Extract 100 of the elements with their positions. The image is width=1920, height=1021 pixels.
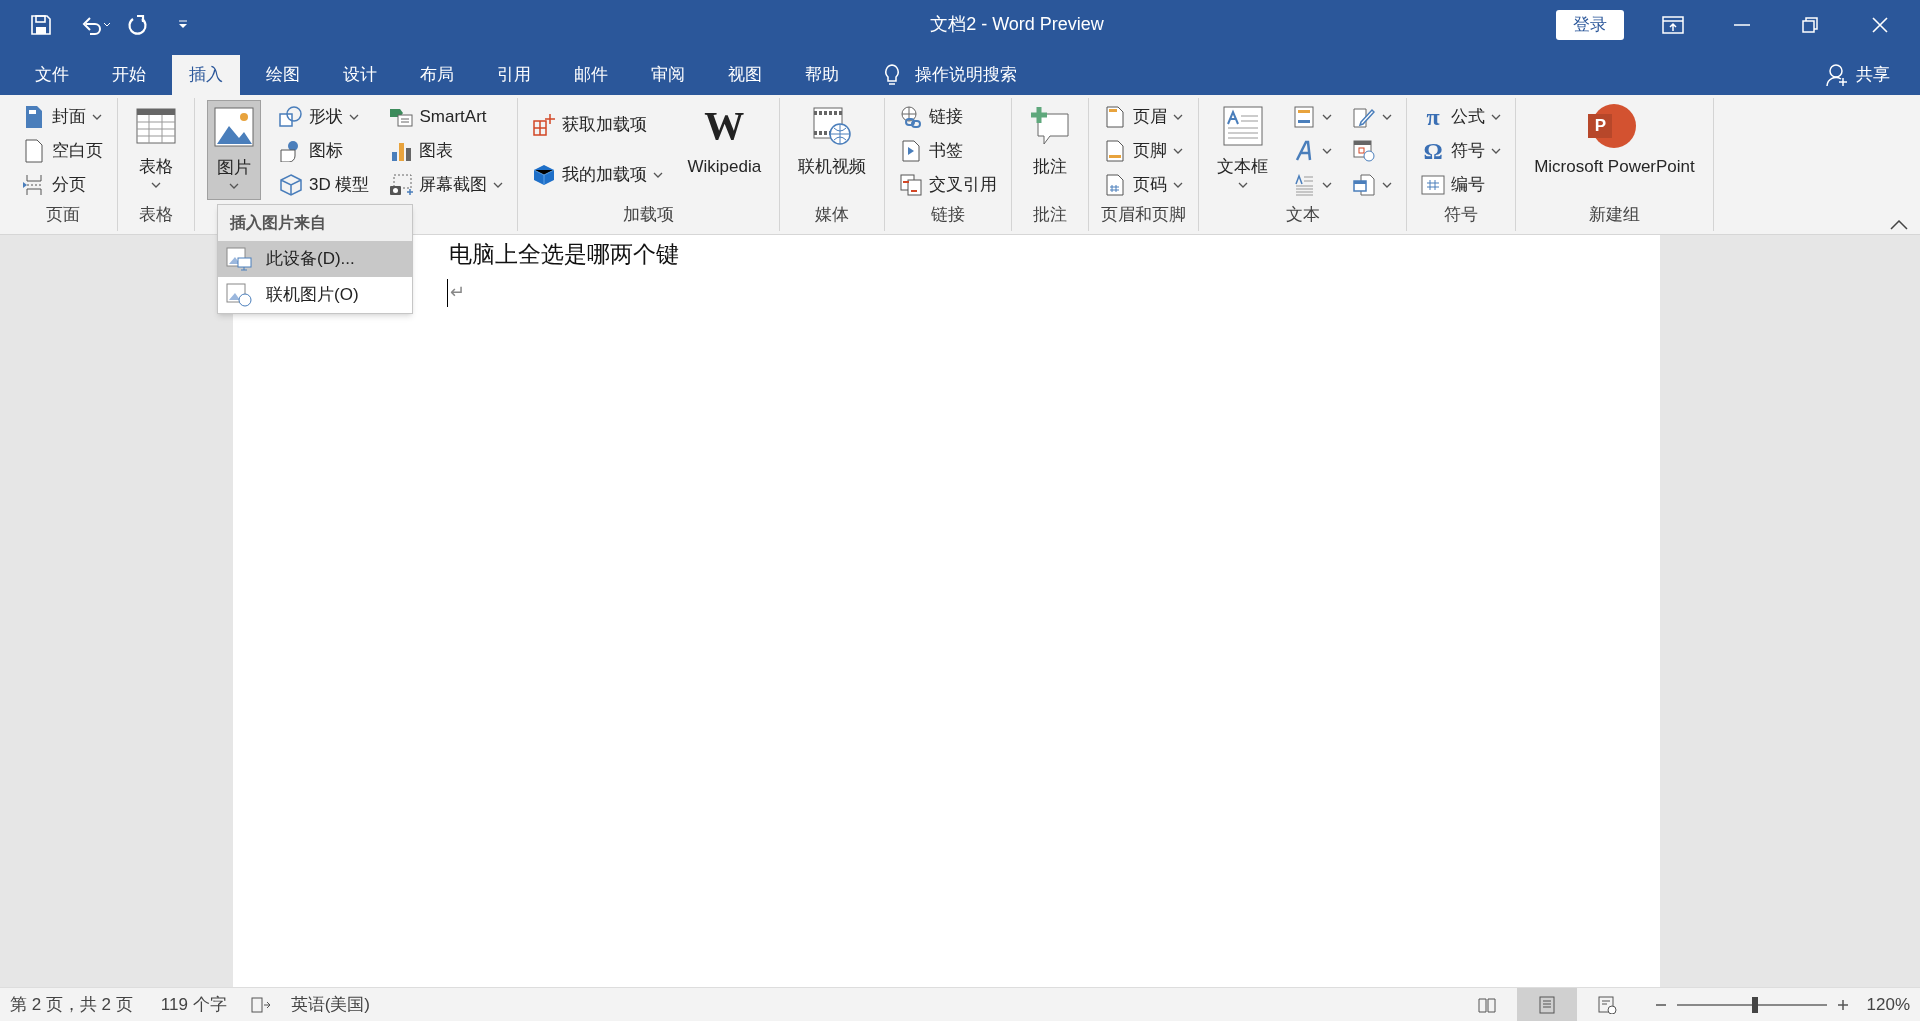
smartart-icon (389, 107, 414, 127)
ribbon-button[interactable]: 图表 (387, 134, 506, 168)
ribbon-button[interactable]: 文本框 (1211, 100, 1275, 200)
ribbon-button[interactable]: 屏幕截图 (387, 168, 506, 202)
bar-chart-icon (390, 140, 413, 162)
ribbon-button[interactable]: 我的加载项 (530, 158, 666, 192)
ribbon-button[interactable]: 批注 (1024, 100, 1077, 200)
bookmark-icon (902, 140, 921, 162)
ribbon-display-icon (1662, 15, 1684, 34)
ribbon-button[interactable]: P Microsoft PowerPoint (1528, 100, 1701, 200)
web-layout-icon (1596, 995, 1617, 1014)
ribbon-button[interactable]: 获取加载项 (530, 108, 666, 142)
ribbon-button[interactable]: 图标 (277, 134, 372, 168)
group-label: 符号 (1444, 205, 1479, 224)
blank-page-icon (25, 139, 43, 163)
page-count[interactable]: 第 2 页，共 2 页 (10, 991, 133, 1018)
group-label: 页面 (45, 205, 80, 224)
ribbon-button[interactable]: 联机视频 (792, 100, 873, 200)
ribbon-tab[interactable]: 设计 (326, 55, 394, 95)
ribbon-button[interactable]: 页码 (1101, 168, 1186, 202)
symbol-icon: Ω (1421, 139, 1446, 163)
symbol-icon: π (1421, 105, 1446, 129)
ribbon-button[interactable]: 空白页 (20, 134, 105, 168)
calendar-clock-icon (1353, 140, 1376, 162)
menu-item[interactable]: 此设备(D)... (218, 241, 412, 277)
ribbon-button[interactable]: 页眉 (1101, 100, 1186, 134)
ribbon-tab[interactable]: 开始 (95, 55, 163, 95)
print-layout-icon (1536, 995, 1557, 1014)
picture-globe-icon (226, 283, 252, 307)
group-label: 新建组 (1589, 205, 1640, 224)
footer-icon (1106, 140, 1125, 162)
signature-pen-icon (1353, 106, 1376, 128)
group-label: 链接 (931, 205, 966, 224)
comment-plus-icon (1030, 106, 1071, 146)
lightbulb-icon (883, 63, 901, 87)
ribbon-button[interactable]: 表格 (130, 100, 182, 200)
drop-cap-icon (1294, 174, 1315, 196)
group-label: 文本 (1285, 205, 1320, 224)
page-number-icon (1106, 174, 1125, 196)
ribbon-tab[interactable]: 文件 (18, 55, 86, 95)
tell-me-search[interactable]: 操作说明搜索 (883, 55, 1017, 95)
camera-icon (389, 174, 414, 196)
ribbon-tab[interactable]: 帮助 (788, 55, 856, 95)
ribbon-tab[interactable]: 绘图 (249, 55, 317, 95)
zoom-level[interactable]: 120% (1866, 991, 1910, 1018)
wikipedia-logo-icon: W (704, 104, 745, 148)
ribbon-tab[interactable]: 审阅 (634, 55, 702, 95)
ribbon-tab[interactable]: 邮件 (557, 55, 625, 95)
group-label: 媒体 (815, 205, 850, 224)
object-icon (1353, 174, 1376, 196)
ribbon-button[interactable]: 链接 (897, 100, 1000, 134)
ribbon-button[interactable]: π 公式 (1419, 100, 1504, 134)
ribbon-button[interactable]: W Wikipedia (681, 100, 768, 200)
ribbon-button[interactable]: 形状 (277, 100, 372, 134)
language-status[interactable]: 英语(美国) (290, 991, 370, 1018)
share-button[interactable]: 共享 (1826, 55, 1890, 95)
ribbon-tab[interactable]: 引用 (480, 55, 548, 95)
zoom-thumb[interactable] (1751, 996, 1758, 1013)
picture-monitor-icon (226, 247, 252, 271)
ribbon-button[interactable]: 图片 (207, 100, 261, 200)
shapes-icon (279, 106, 303, 128)
document-icon (25, 105, 43, 129)
numbering-icon (1421, 175, 1446, 195)
ribbon-button[interactable]: 交叉引用 (897, 168, 1000, 202)
group-label: 批注 (1033, 205, 1068, 224)
sign-in-button[interactable]: 登录 (1556, 9, 1624, 40)
ribbon-button[interactable]: 分页 (20, 168, 105, 202)
paragraph-mark: ↵ (447, 279, 465, 307)
restore-icon (1800, 14, 1820, 35)
ribbon-button[interactable]: SmartArt (387, 100, 506, 134)
proofing-icon (250, 995, 271, 1014)
read-mode-icon (1476, 995, 1497, 1014)
ribbon-tab[interactable]: 插入 (172, 55, 240, 95)
person-plus-icon (1826, 63, 1848, 87)
ribbon-tab[interactable]: 布局 (403, 55, 471, 95)
word-count[interactable]: 119 个字 (160, 991, 227, 1018)
document-text: 电脑上全选是哪两个键 (449, 240, 679, 269)
link-icon (900, 106, 923, 128)
collapse-ribbon-icon (1890, 220, 1908, 230)
window-title: 文档2 - Word Preview (929, 13, 1105, 36)
view-button[interactable] (1516, 987, 1577, 1021)
film-globe-icon (812, 106, 853, 146)
ribbon-tab[interactable]: 视图 (711, 55, 779, 95)
table-icon (136, 108, 176, 144)
ribbon-button[interactable]: 编号 (1419, 168, 1504, 202)
menu-item[interactable]: 联机图片(O) (218, 277, 412, 313)
page-break-icon (23, 174, 45, 196)
save-icon (30, 13, 52, 36)
ribbon-button[interactable]: 书签 (897, 134, 1000, 168)
ribbon-button[interactable]: 页脚 (1101, 134, 1186, 168)
cube-icon (533, 164, 556, 186)
ribbon-button[interactable]: 封面 (20, 100, 105, 134)
quick-parts-icon (1294, 106, 1315, 128)
group-label: 表格 (139, 205, 173, 224)
picture-icon (214, 107, 254, 147)
zoom-in-icon (1836, 998, 1849, 1011)
ribbon-button[interactable]: 3D 模型 (277, 168, 372, 202)
redo-icon (126, 13, 148, 36)
menu-header: 插入图片来自 (218, 205, 412, 241)
ribbon-button[interactable]: Ω 符号 (1419, 134, 1504, 168)
